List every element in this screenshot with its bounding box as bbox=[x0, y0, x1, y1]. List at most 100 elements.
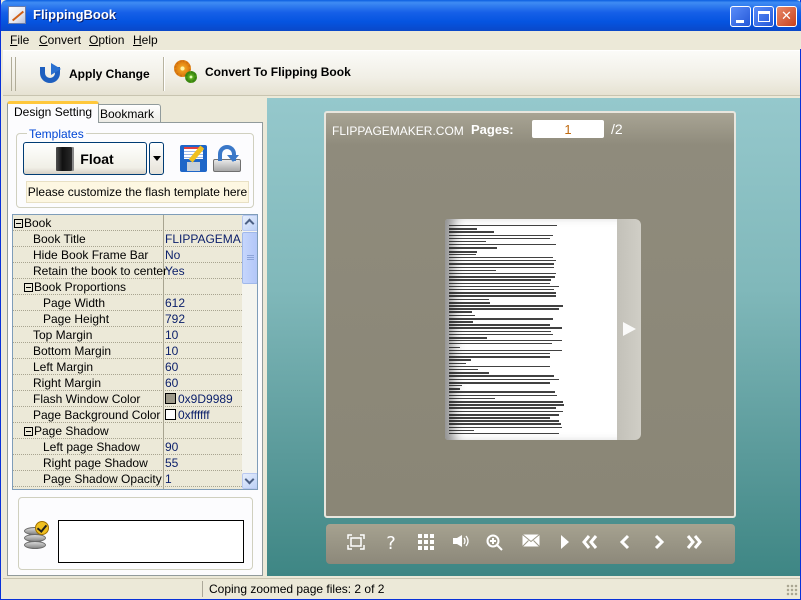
templates-label: Templates bbox=[27, 127, 86, 141]
page-text-line bbox=[449, 295, 556, 297]
property-row[interactable]: Flash Window Color 0x9D9989 bbox=[13, 391, 242, 407]
property-row[interactable]: Right page Shadow 55 bbox=[13, 455, 242, 471]
property-value[interactable]: 10 bbox=[165, 344, 178, 358]
template-dropdown-button[interactable] bbox=[149, 142, 164, 175]
next-page-arrow-icon[interactable] bbox=[623, 322, 636, 336]
page-text-line bbox=[449, 263, 554, 265]
property-name: Retain the book to center bbox=[33, 264, 167, 278]
page-text-line bbox=[449, 289, 554, 291]
page-text-line bbox=[449, 253, 476, 256]
property-row[interactable]: Page Background Color 0xffffff bbox=[13, 407, 242, 423]
property-value[interactable]: 60 bbox=[165, 376, 178, 390]
last-page-button[interactable] bbox=[683, 534, 705, 554]
sound-button[interactable] bbox=[450, 534, 472, 554]
property-name: Page Height bbox=[43, 312, 109, 326]
property-value-text: 10 bbox=[165, 344, 179, 358]
property-row[interactable]: Left page Shadow 90 bbox=[13, 439, 242, 455]
template-select-button[interactable]: Float bbox=[23, 142, 147, 175]
maximize-button[interactable] bbox=[753, 6, 774, 27]
gears-icon bbox=[173, 59, 199, 85]
property-group-row[interactable]: Book bbox=[13, 215, 242, 231]
title-bar[interactable]: FlippingBook ✕ bbox=[1, 0, 801, 31]
menu-help[interactable]: Help bbox=[133, 33, 158, 47]
property-row[interactable]: Hide Book Frame Bar No bbox=[13, 247, 242, 263]
property-group-row[interactable]: Book Proportions bbox=[13, 279, 242, 295]
previous-page-button[interactable] bbox=[614, 534, 636, 554]
scroll-up-button[interactable] bbox=[242, 215, 257, 231]
zoom-button[interactable] bbox=[484, 534, 506, 554]
grid-icon bbox=[418, 534, 434, 550]
page-text-line bbox=[449, 285, 560, 288]
book-page[interactable] bbox=[445, 219, 617, 440]
property-scrollbar[interactable] bbox=[242, 215, 257, 489]
color-swatch[interactable] bbox=[165, 393, 176, 404]
property-value[interactable]: 792 bbox=[165, 312, 185, 326]
property-value[interactable]: 1 bbox=[165, 472, 172, 486]
property-row[interactable]: Page Shadow Opacity 1 bbox=[13, 471, 242, 487]
property-group-name[interactable]: Book bbox=[14, 216, 51, 230]
property-row[interactable]: Right Margin 60 bbox=[13, 375, 242, 391]
thumbnails-button[interactable] bbox=[415, 534, 437, 554]
property-value[interactable]: 60 bbox=[165, 360, 178, 374]
resize-grip[interactable] bbox=[786, 584, 798, 596]
property-row[interactable]: Left Margin 60 bbox=[13, 359, 242, 375]
property-value[interactable]: 0x9D9989 bbox=[165, 392, 233, 406]
page-text-line bbox=[449, 433, 559, 435]
tab-design-setting[interactable]: Design Setting bbox=[7, 101, 100, 123]
property-value[interactable]: 55 bbox=[165, 456, 178, 470]
page-text-line bbox=[449, 237, 551, 240]
page-text-line bbox=[449, 413, 559, 416]
property-value[interactable]: 612 bbox=[165, 296, 185, 310]
property-value[interactable]: FLIPPAGEMA... bbox=[165, 232, 251, 246]
page-text-line bbox=[449, 273, 557, 275]
autoplay-button[interactable] bbox=[554, 534, 576, 554]
property-value[interactable]: 90 bbox=[165, 440, 178, 454]
property-row[interactable]: Page Height 792 bbox=[13, 311, 242, 327]
book-preview[interactable] bbox=[445, 219, 641, 440]
page-text-line bbox=[449, 417, 551, 419]
tab-bookmark[interactable]: Bookmark bbox=[93, 104, 162, 122]
property-row[interactable]: Bottom Margin 10 bbox=[13, 343, 242, 359]
next-page-button[interactable] bbox=[648, 534, 670, 554]
property-value[interactable]: 10 bbox=[165, 328, 178, 342]
app-icon bbox=[8, 6, 26, 24]
scroll-thumb[interactable] bbox=[242, 232, 257, 284]
collapse-icon[interactable] bbox=[14, 219, 23, 228]
property-row[interactable]: Book Title FLIPPAGEMA... bbox=[13, 231, 251, 247]
page-text-line bbox=[449, 260, 556, 262]
load-template-icon[interactable] bbox=[212, 145, 242, 172]
color-swatch[interactable] bbox=[165, 409, 176, 420]
convert-button[interactable]: Convert To Flipping Book bbox=[173, 57, 351, 87]
minimize-button[interactable] bbox=[730, 6, 751, 27]
scroll-down-button[interactable] bbox=[242, 473, 257, 489]
help-button[interactable]: ? bbox=[380, 534, 402, 554]
close-button[interactable]: ✕ bbox=[776, 6, 797, 27]
property-name: Left Margin bbox=[33, 360, 93, 374]
property-value[interactable]: No bbox=[165, 248, 180, 262]
email-button[interactable] bbox=[520, 534, 542, 554]
property-value[interactable]: 0xffffff bbox=[165, 408, 210, 422]
collapse-icon[interactable] bbox=[24, 283, 33, 292]
property-value[interactable]: Yes bbox=[165, 264, 185, 278]
page-text-line bbox=[449, 228, 477, 230]
apply-change-button[interactable]: Apply Change bbox=[39, 59, 150, 89]
menu-file[interactable]: File bbox=[10, 33, 29, 47]
toolbar-grip[interactable] bbox=[11, 57, 16, 91]
property-row[interactable]: Top Margin 10 bbox=[13, 327, 242, 343]
save-template-icon[interactable] bbox=[180, 145, 207, 172]
menu-option[interactable]: Option bbox=[89, 33, 124, 47]
property-group-name[interactable]: Book Proportions bbox=[24, 280, 126, 294]
fullscreen-button[interactable] bbox=[345, 534, 367, 554]
previous-page-icon bbox=[619, 534, 630, 550]
collapse-icon[interactable] bbox=[24, 427, 33, 436]
fullscreen-icon bbox=[347, 534, 365, 550]
site-label[interactable]: FLIPPAGEMAKER.COM bbox=[332, 124, 464, 138]
first-page-button[interactable] bbox=[579, 534, 601, 554]
property-group-name[interactable]: Page Shadow bbox=[24, 424, 109, 438]
menu-convert[interactable]: Convert bbox=[39, 33, 81, 47]
property-row[interactable]: Page Width 612 bbox=[13, 295, 242, 311]
page-text-line bbox=[449, 378, 559, 380]
page-number-input[interactable] bbox=[532, 120, 604, 138]
property-row[interactable]: Retain the book to center Yes bbox=[13, 263, 242, 279]
property-group-row[interactable]: Page Shadow bbox=[13, 423, 242, 439]
